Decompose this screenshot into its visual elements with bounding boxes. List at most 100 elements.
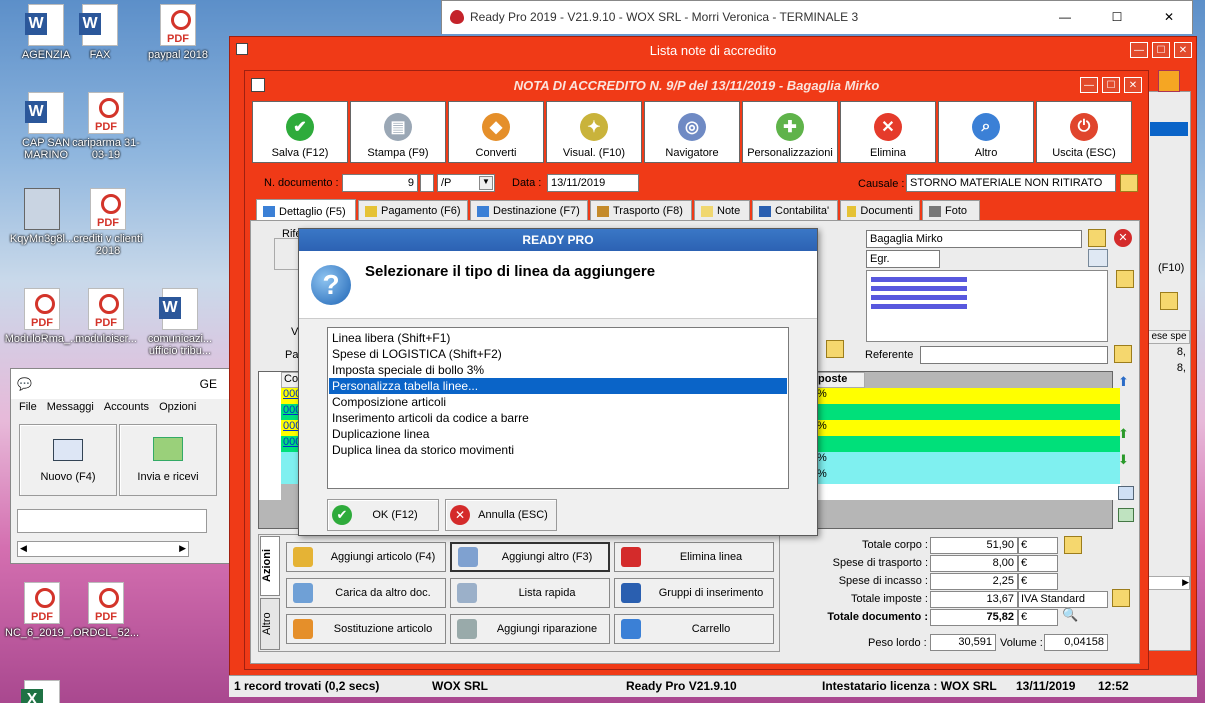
desktop-icon-comunicazi-ufficio-tribu[interactable]: Wcomunicazi... ufficio tribu...	[140, 288, 220, 357]
cliente-field[interactable]: Bagaglia Mirko	[866, 230, 1082, 248]
action-aggiungi-altro-f3-button[interactable]: Aggiungi altro (F3)	[450, 542, 610, 572]
scroll-right-icon[interactable]: ▶	[179, 543, 186, 554]
annulla-button[interactable]: ✕ Annulla (ESC)	[445, 499, 557, 531]
doc-titlebar[interactable]: NOTA DI ACCREDITO N. 9/P del 13/11/2019 …	[245, 71, 1148, 99]
total-value-totale-imposte[interactable]: 13,67	[930, 591, 1018, 608]
action-lista-rapida-button[interactable]: Lista rapida	[450, 578, 610, 608]
scroll-left-icon[interactable]: ◀	[20, 543, 27, 554]
lista-minimize-button[interactable]: —	[1130, 42, 1148, 58]
indirizzo-box[interactable]	[866, 270, 1108, 342]
copy-row-icon[interactable]	[1118, 486, 1134, 500]
egr-field[interactable]: Egr.	[866, 250, 940, 268]
tipo-linea-list[interactable]: Linea libera (Shift+F1) Spese di LOGISTIC…	[327, 327, 789, 489]
tab-azioni[interactable]: Azioni	[260, 536, 280, 596]
action-carrello-button[interactable]: Carrello	[614, 614, 774, 644]
option-spese-di-logistica-shift-f2[interactable]: Spese di LOGISTICA (Shift+F2)	[329, 346, 787, 362]
close-button[interactable]: ✕	[1146, 10, 1192, 24]
indirizzo-folder-icon[interactable]	[1116, 270, 1134, 288]
nuovo-button[interactable]: Nuovo (F4)	[19, 424, 117, 496]
menu-file[interactable]: File	[19, 401, 37, 413]
toolbar-personalizzazioni-button[interactable]: ✚ Personalizzazioni	[742, 101, 838, 163]
hscroll[interactable]: ▶	[1148, 576, 1190, 590]
causale-field[interactable]: STORNO MATERIALE NON RITIRATO	[906, 174, 1116, 192]
grid-row-imposte[interactable]: %	[815, 468, 1120, 484]
imposte-folder-icon[interactable]	[1112, 589, 1130, 607]
peso-field[interactable]: 30,591	[930, 634, 996, 651]
toolbar-altro-button[interactable]: ⌕ Altro	[938, 101, 1034, 163]
menu-accounts[interactable]: Accounts	[104, 401, 149, 413]
option-personalizza-tabella-linee[interactable]: Personalizza tabella linee...	[329, 378, 787, 394]
desktop-icon-crediti-v-clienti-2018[interactable]: PDF crediti v clienti 2018	[68, 188, 148, 257]
option-duplica-linea-da-storico-movimenti[interactable]: Duplica linea da storico movimenti	[329, 442, 787, 458]
desktop-icon-fax[interactable]: W FAX	[60, 4, 140, 61]
invia-ricevi-button[interactable]: Invia e ricevi	[119, 424, 217, 496]
toolbar-elimina-button[interactable]: ✕ Elimina	[840, 101, 936, 163]
menu-messaggi[interactable]: Messaggi	[47, 401, 94, 413]
grid-row-imposte[interactable]: %	[815, 452, 1120, 468]
tab-trasporto-f8[interactable]: Trasporto (F8)	[590, 200, 692, 222]
referente-field[interactable]	[920, 346, 1108, 364]
grid-row-imposte[interactable]: %	[815, 388, 1120, 404]
toolbar-navigatore-button[interactable]: ◎ Navigatore	[644, 101, 740, 163]
cliente-delete-icon[interactable]: ✕	[1114, 229, 1132, 247]
tab-note[interactable]: Note	[694, 200, 750, 222]
action-aggiungi-articolo-f4-button[interactable]: Aggiungi articolo (F4)	[286, 542, 446, 572]
total-value-spese-di-trasporto[interactable]: 8,00	[930, 555, 1018, 572]
doc-close-button[interactable]: ✕	[1124, 77, 1142, 93]
people-icon[interactable]	[1158, 70, 1180, 92]
tab-altro[interactable]: Altro	[260, 598, 280, 650]
option-linea-libera-shift-f1[interactable]: Linea libera (Shift+F1)	[329, 330, 787, 346]
doc-maximize-button[interactable]: ☐	[1102, 77, 1120, 93]
dialog-titlebar[interactable]: READY PRO	[299, 229, 817, 251]
lista-titlebar[interactable]: Lista note di accredito — ☐ ✕	[230, 37, 1196, 63]
tab-contabilita[interactable]: Contabilita'	[752, 200, 838, 222]
option-duplicazione-linea[interactable]: Duplicazione linea	[329, 426, 787, 442]
desktop-icon-cariparma-31-03-19[interactable]: PDF cariparma 31-03-19	[66, 92, 146, 161]
action-carica-da-altro-doc-button[interactable]: Carica da altro doc.	[286, 578, 446, 608]
totale-corpo-folder-icon[interactable]	[1064, 536, 1082, 554]
n-documento-aux[interactable]	[420, 174, 434, 192]
option-imposta-speciale-di-bollo-3[interactable]: Imposta speciale di bollo 3%	[329, 362, 787, 378]
toolbar-converti-button[interactable]: ◆ Converti	[448, 101, 544, 163]
action-gruppi-di-inserimento-button[interactable]: Gruppi di inserimento	[614, 578, 774, 608]
total-value-totale-corpo[interactable]: 51,90	[930, 537, 1018, 554]
folder-icon[interactable]	[1160, 292, 1178, 310]
desktop-icon-moduloiscr[interactable]: PDF moduloiscr...	[66, 288, 146, 345]
volume-field[interactable]: 0,04158	[1044, 634, 1108, 651]
referente-folder-icon[interactable]	[1114, 345, 1132, 363]
option-composizione-articoli[interactable]: Composizione articoli	[329, 394, 787, 410]
lista-close-button[interactable]: ✕	[1174, 42, 1192, 58]
zoom-total-icon[interactable]: 🔍	[1062, 607, 1080, 625]
tab-pagamento-f6[interactable]: Pagamento (F6)	[358, 200, 468, 222]
action-elimina-linea-button[interactable]: Elimina linea	[614, 542, 774, 572]
cliente-folder-icon[interactable]	[1088, 229, 1106, 247]
grid-row-imposte[interactable]: %	[815, 420, 1120, 436]
total-value-totale-documento[interactable]: 75,82	[930, 609, 1018, 626]
option-inserimento-articoli-da-codice-a-barre[interactable]: Inserimento articoli da codice a barre	[329, 410, 787, 426]
data-field[interactable]: 13/11/2019	[547, 174, 639, 192]
mid-folder-icon[interactable]	[826, 340, 844, 358]
ok-button[interactable]: ✔ OK (F12)	[327, 499, 439, 531]
action-aggiungi-riparazione-button[interactable]: Aggiungi riparazione	[450, 614, 610, 644]
minimize-button[interactable]: —	[1042, 10, 1088, 24]
toolbar-stampa-f9-button[interactable]: ▤ Stampa (F9)	[350, 101, 446, 163]
desktop-icon-paypal-2018[interactable]: PDF paypal 2018	[138, 4, 218, 61]
sezionale-select[interactable]: /P ▼	[437, 174, 495, 192]
toolbar-visual-f10-button[interactable]: ✦ Visual. (F10)	[546, 101, 642, 163]
toolbar-uscita-esc-button[interactable]: ⏻ Uscita (ESC)	[1036, 101, 1132, 163]
causale-folder-icon[interactable]	[1120, 174, 1138, 192]
refresh-row-icon[interactable]	[1118, 508, 1134, 522]
tab-destinazione-f7[interactable]: Destinazione (F7)	[470, 200, 588, 222]
desktop-icon-excel[interactable]: X	[2, 680, 82, 703]
lista-maximize-button[interactable]: ☐	[1152, 42, 1170, 58]
toolbar-salva-f12-button[interactable]: ✔ Salva (F12)	[252, 101, 348, 163]
move-top-icon[interactable]: ⬆	[1118, 374, 1134, 390]
maximize-button[interactable]: ☐	[1094, 10, 1140, 24]
tab-documenti[interactable]: Documenti	[840, 200, 920, 222]
move-up-icon[interactable]: ⬆	[1118, 426, 1134, 442]
menu-opzioni[interactable]: Opzioni	[159, 401, 196, 413]
grid-row-imposte[interactable]	[815, 436, 1120, 452]
n-documento-field[interactable]: 9	[342, 174, 418, 192]
tab-foto[interactable]: Foto	[922, 200, 980, 222]
desktop-icon-ordcl-52[interactable]: PDF ORDCL_52...	[66, 582, 146, 639]
